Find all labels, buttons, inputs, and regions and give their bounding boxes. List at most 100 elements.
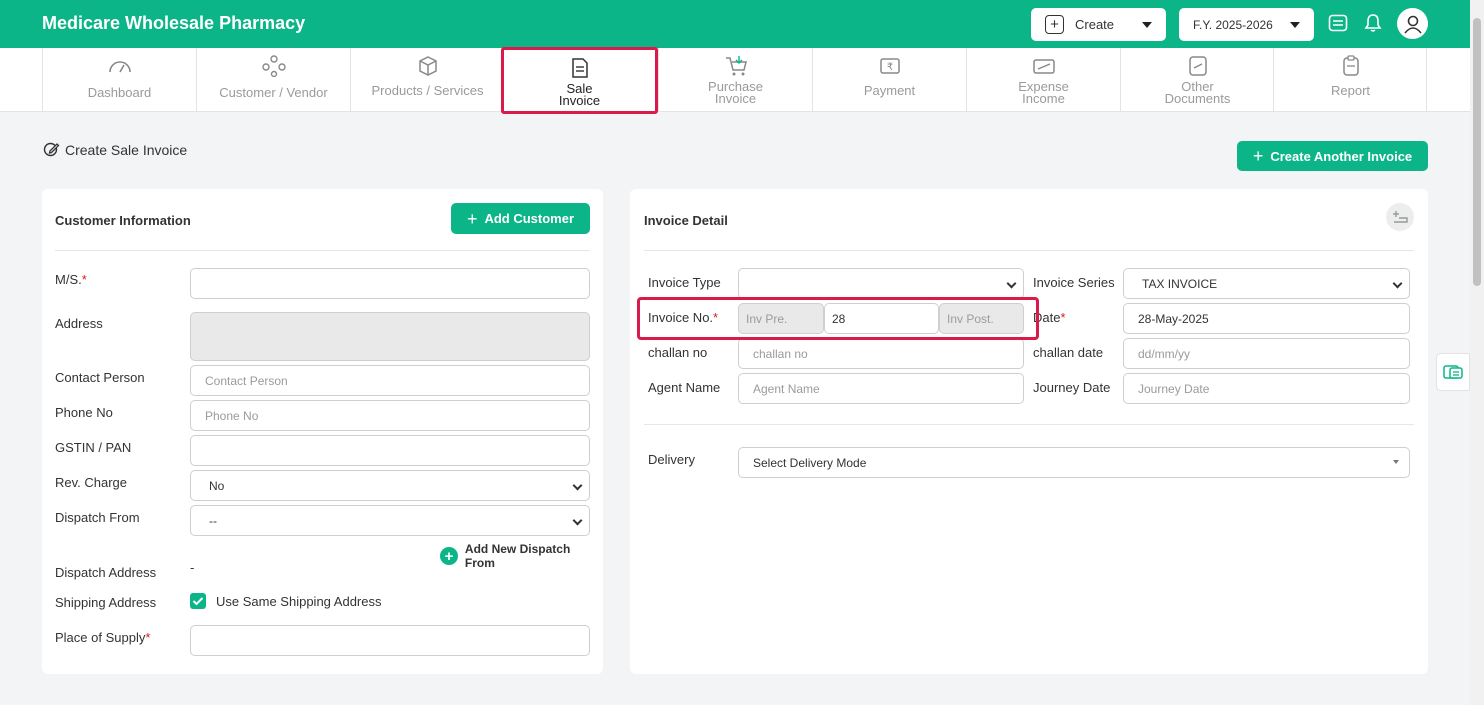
ms-input[interactable] — [190, 268, 590, 299]
users-icon — [261, 55, 287, 77]
invoice-series-label: Invoice Series — [1033, 275, 1115, 290]
dispatch-address-value: - — [190, 560, 195, 575]
rupee-icon: ₹ — [879, 55, 901, 77]
contact-person-label: Contact Person — [55, 370, 145, 385]
address-textarea[interactable] — [190, 312, 590, 361]
same-shipping-checkbox[interactable] — [190, 593, 206, 609]
delivery-mode-select[interactable]: Select Delivery Mode — [738, 447, 1410, 478]
scrollbar-thumb[interactable] — [1473, 18, 1481, 286]
contact-person-input[interactable]: Contact Person — [190, 365, 590, 396]
check-icon — [192, 597, 204, 606]
same-shipping-label[interactable]: Use Same Shipping Address — [216, 594, 381, 609]
nav-label: Payment — [863, 83, 916, 98]
fiscal-year-dropdown[interactable]: F.Y. 2025-2026 — [1179, 8, 1314, 41]
nav-other-documents[interactable]: Other Documents — [1120, 48, 1274, 111]
dispatch-address-label: Dispatch Address — [55, 565, 157, 580]
page-title: Create Sale Invoice — [43, 141, 187, 158]
nav-label: Other Documents — [1164, 79, 1231, 106]
divider — [644, 424, 1414, 425]
page-title-text: Create Sale Invoice — [65, 141, 188, 158]
fiscal-year-label: F.Y. 2025-2026 — [1193, 17, 1273, 32]
plus-icon: + — [1252, 146, 1264, 166]
side-panel-toggle[interactable] — [1436, 353, 1470, 391]
ms-label: M/S.* — [55, 272, 87, 287]
card-title: Invoice Detail — [644, 213, 728, 228]
phone-label: Phone No — [55, 405, 113, 420]
main-nav: Dashboard Customer / Vendor Products / S… — [0, 47, 1470, 114]
add-customer-button[interactable]: + Add Customer — [451, 203, 590, 234]
delivery-label: Delivery — [648, 452, 695, 467]
add-new-dispatch-from-link[interactable]: + Add New Dispatch From — [440, 542, 603, 570]
chevron-down-icon — [1006, 278, 1017, 289]
brand-name[interactable]: Medicare Wholesale Pharmacy — [42, 13, 305, 34]
edit-icon — [43, 142, 60, 157]
box-icon — [417, 55, 439, 77]
address-label: Address — [55, 316, 103, 331]
rev-charge-select[interactable]: No — [190, 470, 590, 501]
rev-charge-value: No — [209, 478, 225, 493]
caret-down-icon — [1290, 22, 1300, 28]
nav-label: Purchase Invoice — [708, 79, 763, 106]
place-of-supply-label: Place of Supply* — [55, 630, 151, 645]
gstin-label: GSTIN / PAN — [55, 440, 132, 455]
document-icon — [1187, 55, 1209, 77]
nav-label: Report — [1330, 83, 1371, 98]
nav-label: Expense Income — [1018, 79, 1069, 106]
caret-down-icon — [1393, 460, 1399, 464]
journey-date-label: Journey Date — [1033, 380, 1111, 395]
create-dropdown-button[interactable]: + Create — [1031, 8, 1166, 41]
challan-no-input[interactable]: challan no — [738, 338, 1024, 369]
divider — [55, 250, 590, 251]
gauge-icon — [107, 55, 133, 77]
rev-charge-label: Rev. Charge — [55, 475, 128, 490]
plus-icon: + — [466, 208, 478, 229]
date-input[interactable]: 28-May-2025 — [1123, 303, 1410, 334]
expand-icon[interactable] — [1386, 203, 1414, 231]
chevron-down-icon — [572, 515, 583, 526]
dispatch-from-select[interactable]: -- — [190, 505, 590, 536]
user-avatar-icon[interactable] — [1397, 8, 1428, 39]
journey-date-input[interactable]: Journey Date — [1123, 373, 1410, 404]
divider — [644, 250, 1414, 251]
caret-down-icon — [1142, 22, 1152, 28]
delivery-mode-value: Select Delivery Mode — [753, 455, 867, 470]
wallet-icon — [1032, 55, 1056, 77]
invoice-type-select[interactable] — [738, 268, 1024, 299]
create-another-label: Create Another Invoice — [1270, 148, 1413, 164]
svg-text:₹: ₹ — [886, 62, 892, 73]
receipt-icon — [1443, 365, 1463, 379]
chevron-down-icon — [572, 480, 583, 491]
nav-dashboard[interactable]: Dashboard — [42, 48, 196, 111]
agent-name-input[interactable]: Agent Name — [738, 373, 1024, 404]
invoice-series-value: TAX INVOICE — [1142, 276, 1218, 291]
chat-icon[interactable] — [1327, 12, 1349, 34]
shipping-address-label: Shipping Address — [55, 595, 157, 610]
nav-label: Sale Invoice — [558, 81, 601, 108]
create-label: Create — [1075, 17, 1115, 32]
phone-input[interactable]: Phone No — [190, 400, 590, 431]
nav-customer-vendor[interactable]: Customer / Vendor — [196, 48, 350, 111]
create-another-invoice-button[interactable]: + Create Another Invoice — [1237, 141, 1428, 171]
plus-circle-icon: + — [440, 547, 458, 565]
nav-payment[interactable]: ₹ Payment — [812, 48, 966, 111]
dispatch-from-value: -- — [209, 513, 217, 528]
gstin-input[interactable] — [190, 435, 590, 466]
top-bar: Medicare Wholesale Pharmacy + Create F.Y… — [0, 0, 1470, 48]
nav-products-services[interactable]: Products / Services — [350, 48, 504, 111]
invoice-type-label: Invoice Type — [648, 275, 721, 290]
chevron-down-icon — [1392, 278, 1403, 289]
invoice-series-select[interactable]: TAX INVOICE — [1123, 268, 1410, 299]
place-of-supply-input[interactable] — [190, 625, 590, 656]
customer-information-card: Customer Information + Add Customer M/S.… — [42, 189, 603, 674]
nav-purchase-invoice[interactable]: Purchase Invoice — [658, 48, 812, 111]
challan-date-label: challan date — [1033, 345, 1104, 360]
bell-icon[interactable] — [1362, 12, 1384, 34]
nav-expense-income[interactable]: Expense Income — [966, 48, 1120, 111]
nav-report[interactable]: Report — [1273, 48, 1427, 111]
challan-date-input[interactable]: dd/mm/yy — [1123, 338, 1410, 369]
challan-no-label: challan no — [648, 345, 708, 360]
card-title: Customer Information — [55, 213, 191, 228]
plus-icon: + — [1045, 15, 1064, 34]
nav-sale-invoice[interactable]: Sale Invoice — [501, 47, 658, 114]
invoice-icon — [570, 57, 590, 79]
